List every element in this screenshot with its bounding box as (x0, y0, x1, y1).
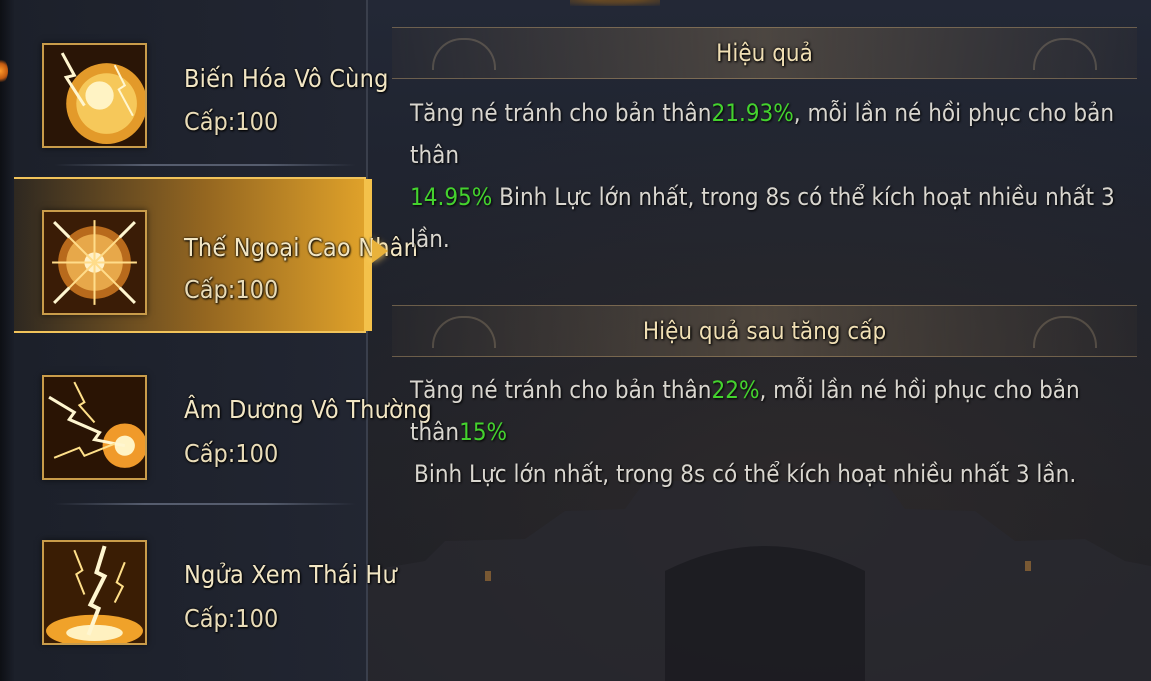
effect-value: 14.95% (410, 183, 493, 211)
skill-level: Cấp:100 (184, 604, 279, 633)
upgrade-title: Hiệu quả sau tăng cấp (642, 317, 887, 345)
skill-item-the-ngoai-cao-nhan[interactable]: Thế Ngoại Cao Nhân Cấp:100 (14, 177, 418, 333)
upgrade-text: Tăng né tránh cho bản thân (410, 376, 712, 404)
cloud-ornament (1033, 38, 1097, 70)
lightning-orb-icon (42, 43, 147, 148)
divider (54, 164, 356, 166)
upgrade-description: Tăng né tránh cho bản thân22%, mỗi lần n… (410, 369, 1130, 495)
skill-level: Cấp:100 (184, 107, 279, 136)
lightning-strike-icon (42, 540, 147, 645)
effect-header: Hiệu quả (392, 27, 1137, 79)
effect-title: Hiệu quả (716, 39, 813, 67)
effect-text: Binh Lực lớn nhất, trong 8s có thể kích … (410, 183, 1115, 253)
left-frame-edge (0, 0, 14, 681)
skill-name: Thế Ngoại Cao Nhân (184, 233, 419, 262)
ember-glow (0, 58, 8, 84)
skill-name: Âm Dương Vô Thường (184, 395, 432, 424)
lightning-burst-icon (42, 375, 147, 480)
skill-list: Biến Hóa Vô Cùng Cấp:100 Thế Ngoại Cao N… (14, 0, 432, 681)
top-ornament (570, 0, 660, 6)
skill-name: Biến Hóa Vô Cùng (184, 64, 389, 93)
effect-description: Tăng né tránh cho bản thân21.93%, mỗi lầ… (410, 92, 1130, 260)
cloud-ornament (1033, 316, 1097, 348)
effect-line-2: 14.95% Binh Lực lớn nhất, trong 8s có th… (410, 176, 1130, 260)
skill-item-ngua-xem-thai-hu[interactable]: Ngửa Xem Thái Hư Cấp:100 (14, 505, 397, 665)
upgrade-text: Binh Lực lớn nhất, trong 8s có thể kích … (414, 460, 1077, 488)
cloud-ornament (432, 38, 496, 70)
radiant-sphere-icon (42, 210, 147, 315)
upgrade-value: 22% (711, 376, 760, 404)
effect-text: Tăng né tránh cho bản thân (410, 99, 712, 127)
skill-item-bien-hoa-vo-cung[interactable]: Biến Hóa Vô Cùng Cấp:100 (14, 0, 388, 166)
effect-value: 21.93% (711, 99, 794, 127)
skill-level: Cấp:100 (184, 439, 279, 468)
skill-level: Cấp:100 (184, 275, 279, 304)
cloud-ornament (432, 316, 496, 348)
skill-name: Ngửa Xem Thái Hư (184, 560, 398, 589)
skill-item-am-duong-vo-thuong[interactable]: Âm Dương Vô Thường Cấp:100 (14, 340, 432, 505)
upgrade-line-2: Binh Lực lớn nhất, trong 8s có thể kích … (410, 453, 1130, 495)
upgrade-line-1: Tăng né tránh cho bản thân22%, mỗi lần n… (410, 369, 1130, 453)
upgrade-header: Hiệu quả sau tăng cấp (392, 305, 1137, 357)
upgrade-value: 15% (459, 418, 508, 446)
effect-line-1: Tăng né tránh cho bản thân21.93%, mỗi lầ… (410, 92, 1130, 176)
